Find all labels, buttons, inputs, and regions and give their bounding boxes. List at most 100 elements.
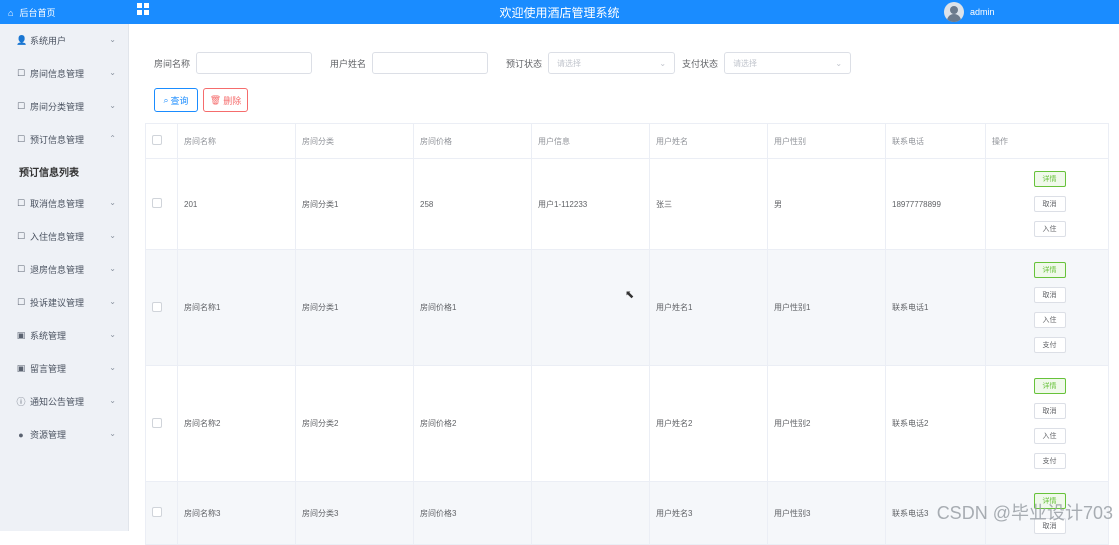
- user-menu[interactable]: admin: [944, 2, 995, 22]
- chevron-down-icon: ⌄: [109, 264, 116, 273]
- sidebar: 👤 系统用户 ⌄ ☐ 房间信息管理 ⌄ ☐ 房间分类管理 ⌄ ☐ 预订信息管理 …: [0, 24, 129, 531]
- chevron-down-icon: ⌄: [659, 58, 667, 68]
- column-header: 联系电话: [885, 123, 986, 159]
- chevron-down-icon: ⌄: [109, 198, 116, 207]
- pay-button[interactable]: 支付: [1033, 453, 1066, 469]
- doc-icon: ☐: [16, 198, 26, 208]
- select-placeholder: 请选择: [557, 58, 582, 68]
- table-cell: [531, 365, 650, 482]
- sidebar-item-resource[interactable]: ● 资源管理 ⌄: [0, 418, 128, 451]
- select-placeholder: 请选择: [733, 58, 758, 68]
- doc-icon: ☐: [16, 134, 26, 144]
- mouse-cursor-icon: ⬉: [625, 289, 635, 301]
- table-cell: 联系电话1: [885, 249, 986, 366]
- table-cell: 房间名称2: [177, 365, 296, 482]
- table-cell: 用户姓名2: [649, 365, 768, 482]
- table-cell: 用户1-112233: [531, 158, 650, 250]
- booking-table: 房间名称 房间分类 房间价格 用户信息 用户姓名 用户性别 联系电话 操作 20…: [145, 123, 1109, 545]
- column-header: 房间名称: [177, 123, 296, 159]
- doc-icon: ☐: [16, 101, 26, 111]
- booking-status-select[interactable]: 请选择 ⌄: [548, 52, 676, 74]
- delete-button[interactable]: 🗑 删除: [203, 88, 248, 112]
- table-cell: 用户姓名1: [649, 249, 768, 366]
- table-cell: 男: [767, 158, 886, 250]
- main-content: 房间名称 用户姓名 预订状态 请选择 ⌄ 支付状态 请选择 ⌄ ⌕ 查询 🗑 删…: [130, 24, 1119, 545]
- search-icon: ⌕: [163, 94, 169, 105]
- table-cell: 房间分类1: [295, 249, 414, 366]
- detail-button[interactable]: 详情: [1033, 171, 1066, 187]
- chevron-down-icon: ⌄: [109, 68, 116, 77]
- chevron-up-icon: ⌃: [109, 134, 116, 143]
- chevron-down-icon: ⌄: [109, 101, 116, 110]
- table-row: 房间名称1 房间分类1 房间价格1 用户姓名1 用户性别1 联系电话1 详情 取…: [145, 249, 1109, 366]
- info-icon: ⓘ: [16, 397, 26, 407]
- table-cell: [531, 481, 650, 545]
- doc-icon: ☐: [16, 231, 26, 241]
- sidebar-item-label: 投诉建议管理: [30, 298, 85, 308]
- row-checkbox[interactable]: [145, 481, 178, 545]
- table-cell: 房间价格3: [413, 481, 532, 545]
- cancel-button[interactable]: 取消: [1033, 287, 1066, 303]
- column-header: 用户姓名: [649, 123, 768, 159]
- pin-icon: ●: [18, 429, 24, 440]
- sidebar-item-checkout[interactable]: ☐ 退房信息管理 ⌄: [0, 253, 128, 286]
- detail-button[interactable]: 详情: [1033, 262, 1066, 278]
- sidebar-item-checkin[interactable]: ☐ 入住信息管理 ⌄: [0, 220, 128, 253]
- chevron-down-icon: ⌄: [109, 429, 116, 438]
- ops-cell: 详情 取消 入住: [985, 158, 1109, 250]
- sidebar-item-system[interactable]: ▣ 系统管理 ⌄: [0, 319, 128, 352]
- detail-button[interactable]: 详情: [1033, 378, 1066, 394]
- table-cell: 张三: [649, 158, 768, 250]
- row-checkbox[interactable]: [145, 158, 178, 250]
- query-label: 查询: [170, 95, 189, 106]
- doc-icon: ☐: [16, 68, 26, 78]
- table-cell: 房间名称1: [177, 249, 296, 366]
- trash-icon: 🗑: [209, 94, 222, 105]
- sidebar-item-label: 房间分类管理: [30, 102, 85, 112]
- checkin-button[interactable]: 入住: [1033, 428, 1066, 444]
- user-name-input[interactable]: [372, 52, 489, 74]
- sidebar-subitem-booking-list[interactable]: 预订信息列表: [0, 156, 128, 187]
- cancel-button[interactable]: 取消: [1033, 403, 1066, 419]
- room-name-input[interactable]: [196, 52, 313, 74]
- column-header: 房间价格: [413, 123, 532, 159]
- table-cell: 房间分类2: [295, 365, 414, 482]
- ops-cell: 详情 取消 入住 支付: [985, 249, 1109, 366]
- select-all-checkbox[interactable]: [145, 123, 178, 159]
- avatar: [944, 2, 964, 22]
- image-icon: ▣: [16, 363, 26, 373]
- pay-status-label: 支付状态: [682, 58, 719, 69]
- cancel-button[interactable]: 取消: [1033, 196, 1066, 212]
- pay-status-select[interactable]: 请选择 ⌄: [724, 52, 852, 74]
- sidebar-item-room-info[interactable]: ☐ 房间信息管理 ⌄: [0, 57, 128, 90]
- pay-button[interactable]: 支付: [1033, 337, 1066, 353]
- user-name-label: 用户姓名: [330, 58, 367, 69]
- chevron-down-icon: ⌄: [109, 35, 116, 44]
- sidebar-item-cancel[interactable]: ☐ 取消信息管理 ⌄: [0, 187, 128, 220]
- chevron-down-icon: ⌄: [109, 396, 116, 405]
- sidebar-item-booking[interactable]: ☐ 预订信息管理 ⌃: [0, 123, 128, 156]
- checkin-button[interactable]: 入住: [1033, 221, 1066, 237]
- sidebar-item-label: 退房信息管理: [30, 265, 85, 275]
- sidebar-item-room-category[interactable]: ☐ 房间分类管理 ⌄: [0, 90, 128, 123]
- table-cell: 房间名称3: [177, 481, 296, 545]
- column-header: 操作: [985, 123, 1109, 159]
- sidebar-item-system-user[interactable]: 👤 系统用户 ⌄: [0, 24, 128, 57]
- sidebar-item-message[interactable]: ▣ 留言管理 ⌄: [0, 352, 128, 385]
- chevron-down-icon: ⌄: [109, 363, 116, 372]
- sidebar-item-complaint[interactable]: ☐ 投诉建议管理 ⌄: [0, 286, 128, 319]
- doc-icon: ☐: [16, 297, 26, 307]
- row-checkbox[interactable]: [145, 249, 178, 366]
- sidebar-item-label: 留言管理: [30, 364, 67, 374]
- top-bar: ⌂ 后台首页 欢迎使用酒店管理系统 admin: [0, 0, 1119, 24]
- image-icon: ▣: [16, 330, 26, 340]
- username: admin: [970, 7, 995, 17]
- table-cell: 房间价格1: [413, 249, 532, 366]
- row-checkbox[interactable]: [145, 365, 178, 482]
- user-icon: 👤: [16, 35, 28, 45]
- query-button[interactable]: ⌕ 查询: [154, 88, 198, 112]
- ops-cell: 详情 取消 入住 支付: [985, 365, 1109, 482]
- sidebar-item-notice[interactable]: ⓘ 通知公告管理 ⌄: [0, 385, 128, 418]
- table-cell: 用户性别1: [767, 249, 886, 366]
- checkin-button[interactable]: 入住: [1033, 312, 1066, 328]
